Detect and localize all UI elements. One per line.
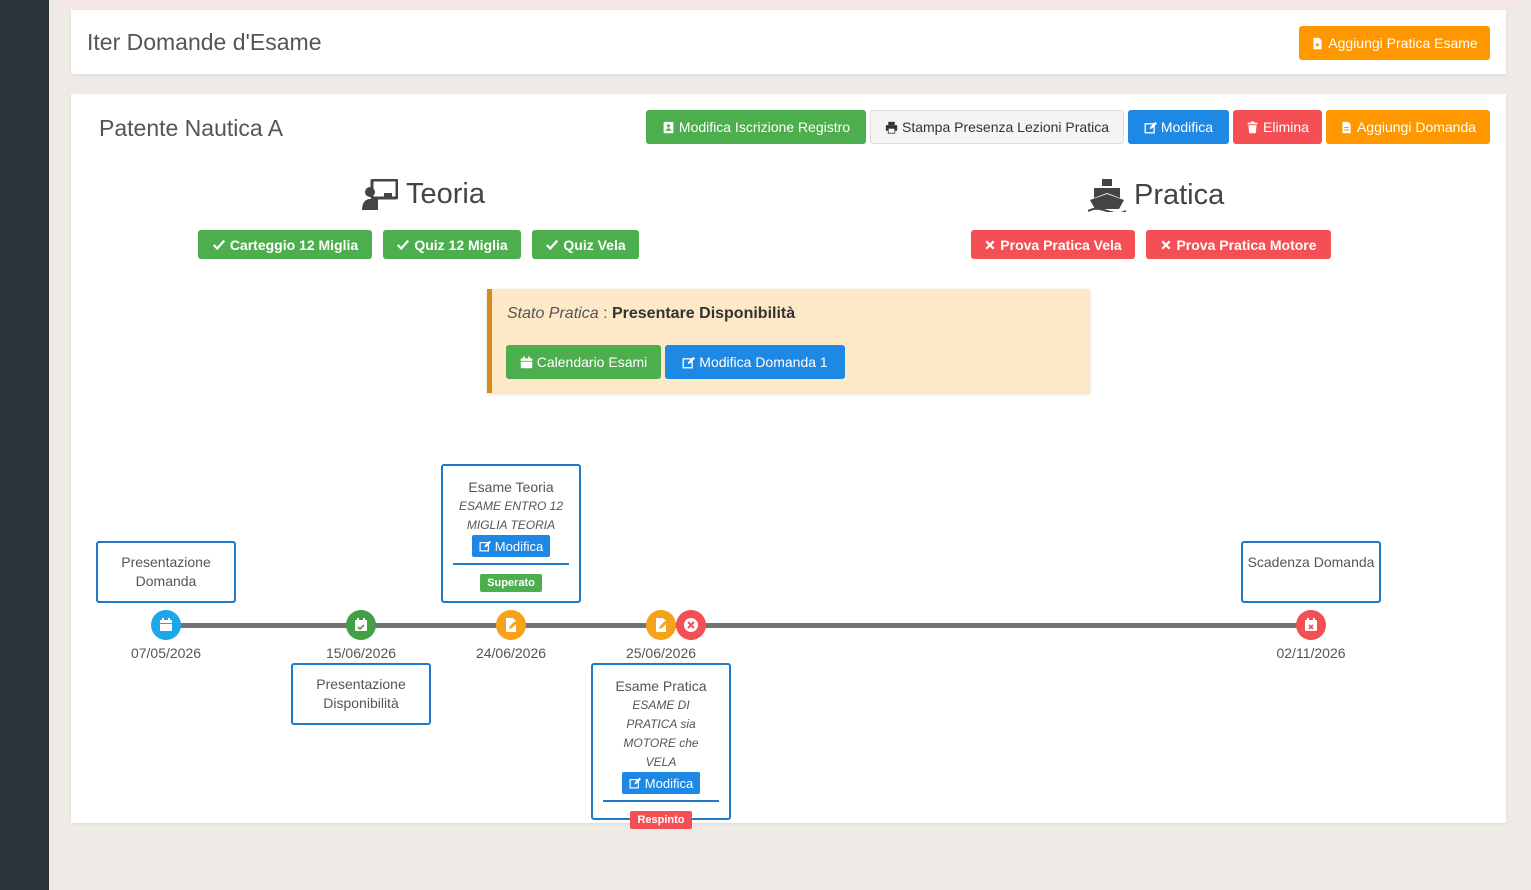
- timeline-node-presentazione-domanda: [151, 610, 181, 640]
- edit-icon: [479, 540, 491, 552]
- file-icon: [1342, 121, 1351, 133]
- teoria-item-quiz-12: Quiz 12 Miglia: [383, 230, 521, 259]
- modifica-label: Modifica: [494, 538, 544, 554]
- top-strip: [60, 0, 1520, 8]
- pratica-title: Patente Nautica A: [99, 115, 284, 141]
- sidebar: [0, 0, 49, 890]
- status-badge: Superato: [480, 574, 542, 592]
- modifica-button[interactable]: Modifica: [1128, 110, 1229, 144]
- pratica-item-vela: Prova Pratica Vela: [971, 230, 1135, 259]
- modifica-label: Modifica: [644, 775, 694, 791]
- modifica-label: Modifica: [1160, 119, 1214, 135]
- pratica-item-motore: Prova Pratica Motore: [1146, 230, 1331, 259]
- page-title: Iter Domande d'Esame: [87, 29, 322, 55]
- pratica-heading: Pratica: [1088, 178, 1224, 212]
- timeline-date-esame-pratica: 25/06/2026: [625, 645, 697, 661]
- timeline-node-esame-pratica-failed: [676, 610, 706, 640]
- edit-icon: [1144, 121, 1157, 133]
- timeline-card-esame-pratica: Esame Pratica ESAME DI PRATICA sia MOTOR…: [591, 663, 731, 829]
- calendario-esami-button[interactable]: Calendario Esami: [506, 345, 661, 379]
- teoria-item-label: Quiz Vela: [563, 236, 626, 253]
- timeline-card-title: Presentazione Disponibilità: [316, 676, 406, 711]
- teoria-item-carteggio: Carteggio 12 Miglia: [198, 230, 372, 259]
- timeline-date-esame-teoria: 24/06/2026: [475, 645, 547, 661]
- teoria-item-label: Carteggio 12 Miglia: [229, 236, 359, 253]
- edit-icon: [682, 356, 696, 368]
- timeline-card-title: Esame Teoria: [468, 479, 554, 495]
- pratica-item-label: Prova Pratica Motore: [1176, 236, 1317, 253]
- teoria-item-quiz-vela: Quiz Vela: [532, 230, 639, 259]
- esame-teoria-modifica-button[interactable]: Modifica: [471, 535, 551, 557]
- file-edit-icon: [506, 618, 517, 632]
- timeline-date-scadenza: 02/11/2026: [1276, 645, 1346, 661]
- id-card-icon: [663, 121, 674, 133]
- timeline-node-esame-pratica: [646, 610, 676, 640]
- status-badge: Respinto: [630, 811, 692, 829]
- stato-pratica-line: Stato Pratica : Presentare Disponibilità: [507, 305, 795, 323]
- timeline-node-presentazione-disponibilita: [346, 610, 376, 640]
- pratica-section-title: Pratica: [1134, 178, 1225, 211]
- timeline-card-title: Scadenza Domanda: [1247, 554, 1375, 570]
- timeline-node-esame-teoria: [496, 610, 526, 640]
- timeline-card-subtitle: ESAME ENTRO 12 MIGLIA TEORIA: [458, 499, 564, 532]
- timeline-card-title: Esame Pratica: [615, 678, 707, 694]
- check-icon: [212, 239, 225, 250]
- ship-icon: [1088, 179, 1126, 212]
- stato-pratica-box: Stato Pratica : Presentare Disponibilità…: [487, 289, 1090, 393]
- timeline-card-divider: [453, 563, 569, 565]
- timeline-date-presentazione-domanda: 07/05/2026: [130, 645, 202, 661]
- esame-pratica-modifica-button[interactable]: Modifica: [621, 772, 701, 794]
- trash-icon: [1247, 120, 1258, 133]
- calendario-esami-label: Calendario Esami: [536, 354, 648, 370]
- timeline-card-presentazione-domanda: Presentazione Domanda: [96, 541, 236, 603]
- check-icon: [397, 239, 410, 250]
- stampa-presenza-button[interactable]: Stampa Presenza Lezioni Pratica: [870, 110, 1124, 144]
- pratica-item-label: Prova Pratica Vela: [1000, 236, 1122, 253]
- elimina-button[interactable]: Elimina: [1233, 110, 1322, 144]
- calendar-icon: [160, 618, 172, 631]
- calendar-icon: [520, 355, 532, 368]
- timeline-card-divider: [603, 800, 719, 802]
- teoria-title: Teoria: [406, 178, 485, 210]
- timeline-date-presentazione-disponibilita: 15/06/2026: [325, 645, 397, 661]
- header-card: Iter Domande d'Esame Aggiungi Pratica Es…: [71, 10, 1506, 74]
- stato-label: Stato Pratica: [507, 305, 599, 322]
- timeline-card-presentazione-disponibilita: Presentazione Disponibilità: [291, 663, 431, 725]
- timeline-node-scadenza: [1296, 610, 1326, 640]
- timeline-card-esame-teoria: Esame Teoria ESAME ENTRO 12 MIGLIA TEORI…: [441, 464, 581, 603]
- modifica-domanda-label: Modifica Domanda 1: [699, 354, 828, 370]
- modifica-iscrizione-button[interactable]: Modifica Iscrizione Registro: [646, 110, 866, 144]
- times-circle-icon: [684, 618, 698, 632]
- timeline-card-title: Presentazione Domanda: [121, 554, 211, 589]
- add-pratica-esame-button[interactable]: Aggiungi Pratica Esame: [1299, 26, 1490, 60]
- file-edit-icon: [656, 618, 667, 632]
- check-icon: [546, 239, 559, 250]
- stato-separator: :: [603, 305, 608, 322]
- modifica-iscrizione-label: Modifica Iscrizione Registro: [678, 119, 851, 135]
- timeline-line: [166, 623, 1311, 628]
- stampa-presenza-label: Stampa Presenza Lezioni Pratica: [902, 119, 1109, 135]
- edit-icon: [629, 777, 641, 789]
- aggiungi-domanda-label: Aggiungi Domanda: [1356, 119, 1477, 135]
- modifica-domanda-button[interactable]: Modifica Domanda 1: [665, 345, 845, 379]
- chalkboard-teacher-icon: [362, 178, 398, 210]
- teoria-heading: Teoria: [362, 178, 485, 211]
- calendar-check-icon: [355, 618, 367, 631]
- stato-value: Presentare Disponibilità: [611, 305, 796, 322]
- add-pratica-esame-label: Aggiungi Pratica Esame: [1328, 35, 1478, 51]
- file-plus-icon: [1313, 37, 1322, 49]
- calendar-times-icon: [1305, 618, 1317, 631]
- timeline-card-scadenza: Scadenza Domanda: [1241, 541, 1381, 603]
- print-icon: [885, 121, 898, 134]
- times-icon: [1161, 239, 1172, 250]
- times-icon: [985, 239, 995, 250]
- timeline-card-subtitle: ESAME DI PRATICA sia MOTORE che VELA: [623, 698, 699, 769]
- pratica-card: Patente Nautica A Modifica Iscrizione Re…: [71, 94, 1506, 823]
- teoria-item-label: Quiz 12 Miglia: [414, 236, 508, 253]
- elimina-label: Elimina: [1263, 119, 1309, 135]
- aggiungi-domanda-button[interactable]: Aggiungi Domanda: [1326, 110, 1490, 144]
